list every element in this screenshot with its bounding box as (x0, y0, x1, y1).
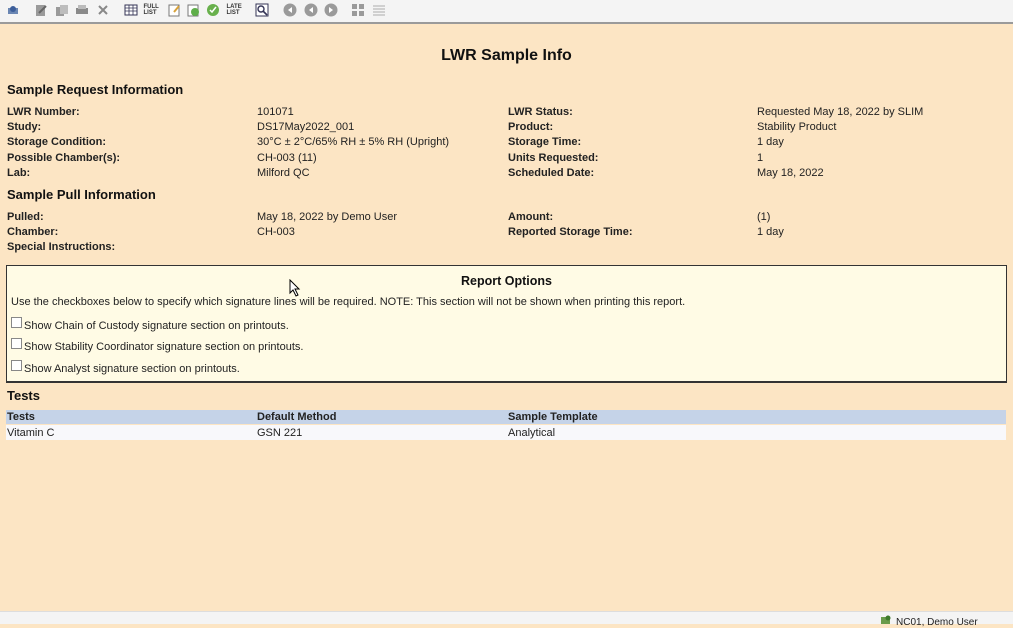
status-bar: NC01, Demo User (0, 611, 1013, 628)
chamber-label: Chamber: (7, 226, 59, 238)
chamber-value: CH-003 (257, 226, 295, 238)
divider (6, 382, 1007, 383)
edit-icon[interactable] (33, 2, 48, 17)
chain-of-custody-checkbox[interactable] (11, 317, 22, 328)
search-doc-icon[interactable] (254, 2, 269, 17)
product-value: Stability Product (757, 121, 837, 133)
report-options-panel: Report Options Use the checkboxes below … (6, 265, 1007, 382)
lab-label: Lab: (7, 167, 31, 179)
stability-coordinator-label[interactable]: Show Stability Coordinator signature sec… (24, 341, 303, 353)
possible-chambers-label: Possible Chamber(s): (7, 152, 121, 164)
possible-chambers-value: CH-003 (11) (257, 152, 317, 164)
user-status-icon (880, 615, 892, 628)
table-icon[interactable] (123, 2, 138, 17)
units-requested-label: Units Requested: (508, 152, 599, 164)
toolbar: FULL LIST LATE LIST (0, 0, 1013, 24)
analyst-label[interactable]: Show Analyst signature section on printo… (24, 363, 240, 375)
page-title: LWR Sample Info (441, 47, 572, 64)
default-method-column-header[interactable]: Default Method (257, 411, 336, 423)
nav-first-icon[interactable] (282, 2, 297, 17)
reported-storage-time-label: Reported Storage Time: (508, 226, 633, 238)
product-label: Product: (508, 121, 554, 133)
stability-coordinator-option[interactable]: Show Stability Coordinator signature sec… (11, 338, 303, 353)
report-options-title: Report Options (461, 274, 552, 288)
analyst-checkbox[interactable] (11, 360, 22, 371)
analyst-option[interactable]: Show Analyst signature section on printo… (11, 360, 240, 375)
tests-column-header[interactable]: Tests (7, 411, 35, 423)
lwr-number-value: 101071 (257, 106, 294, 118)
lwr-status-value: Requested May 18, 2022 by SLIM (757, 106, 924, 118)
sample-template-cell: Analytical (508, 427, 556, 439)
study-value: DS17May2022_001 (257, 121, 355, 133)
full-list-label: FULL LIST (143, 3, 159, 16)
sample-template-column-header[interactable]: Sample Template (508, 411, 598, 423)
full-list-icon[interactable]: FULL LIST (143, 2, 160, 17)
delete-icon[interactable] (95, 2, 110, 17)
reported-storage-time-value: 1 day (757, 226, 784, 238)
mouse-cursor-icon (289, 278, 301, 300)
units-requested-value: 1 (757, 152, 764, 164)
scheduled-date-value: May 18, 2022 (757, 167, 824, 179)
chain-of-custody-option[interactable]: Show Chain of Custody signature section … (11, 317, 289, 332)
storage-time-label: Storage Time: (508, 136, 582, 148)
sample-pull-heading: Sample Pull Information (7, 187, 156, 202)
lab-value: Milford QC (257, 167, 310, 179)
report-options-description: Use the checkboxes below to specify whic… (11, 296, 686, 308)
tests-heading: Tests (7, 388, 40, 403)
pulled-value: May 18, 2022 by Demo User (257, 211, 398, 223)
late-list-icon[interactable]: LATE LIST (226, 2, 243, 17)
storage-condition-label: Storage Condition: (7, 136, 106, 148)
table-row[interactable]: Vitamin C GSN 221 Analytical (6, 425, 1006, 440)
study-label: Study: (7, 121, 42, 133)
stability-coordinator-checkbox[interactable] (11, 338, 22, 349)
late-list-label: LATE LIST (226, 3, 242, 16)
copy-icon[interactable] (54, 2, 69, 17)
scheduled-date-label: Scheduled Date: (508, 167, 595, 179)
lwr-number-label: LWR Number: (7, 106, 80, 118)
nav-prev-icon[interactable] (303, 2, 318, 17)
test-name-cell: Vitamin C (7, 427, 55, 439)
special-instructions-label: Special Instructions: (7, 241, 116, 253)
sample-request-heading: Sample Request Information (7, 82, 184, 97)
lwr-status-label: LWR Status: (508, 106, 573, 118)
refresh-doc-icon[interactable] (185, 2, 200, 17)
amount-value: (1) (757, 211, 771, 223)
grid-view-icon[interactable] (350, 2, 365, 17)
nav-next-icon[interactable] (323, 2, 338, 17)
print-icon[interactable] (74, 2, 89, 17)
print-preview-icon[interactable] (5, 2, 20, 17)
pulled-label: Pulled: (7, 211, 44, 223)
chain-of-custody-label[interactable]: Show Chain of Custody signature section … (24, 320, 289, 332)
storage-time-value: 1 day (757, 136, 784, 148)
default-method-cell: GSN 221 (257, 427, 303, 439)
main-content: LWR Sample Info Sample Request Informati… (0, 24, 1013, 611)
approve-icon[interactable] (205, 2, 220, 17)
amount-label: Amount: (508, 211, 554, 223)
list-view-icon[interactable] (371, 2, 386, 17)
storage-condition-value: 30°C ± 2°C/65% RH ± 5% RH (Upright) (257, 136, 450, 148)
tests-table-header: Tests Default Method Sample Template (6, 410, 1006, 424)
note-icon[interactable] (166, 2, 181, 17)
